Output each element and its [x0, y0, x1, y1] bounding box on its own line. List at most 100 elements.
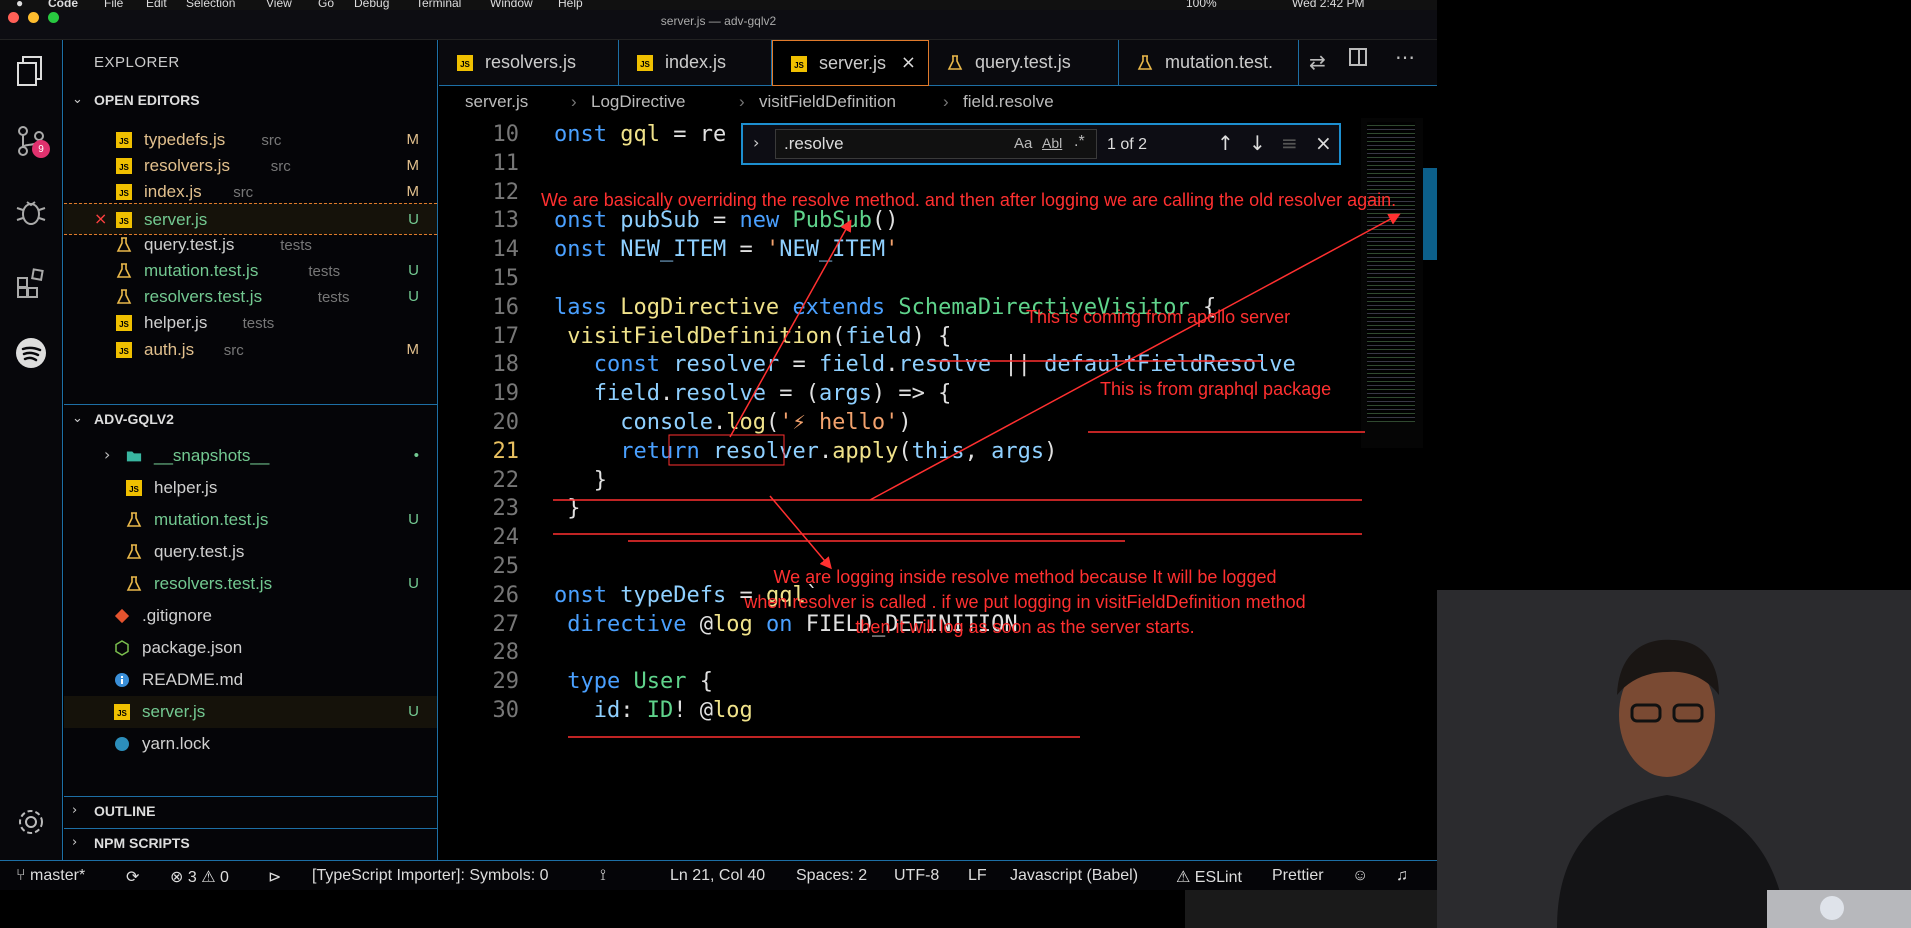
tab-actions: ⇄ … [1299, 40, 1437, 86]
project-file-item[interactable]: JS helper.js [64, 472, 437, 504]
clock[interactable]: Wed 2:42 PM [1292, 0, 1364, 10]
previous-match-icon[interactable]: ↑ [1217, 131, 1234, 155]
code-line[interactable]: const resolver = field.resolve || defaul… [554, 352, 1296, 377]
tab-server-js[interactable]: JS server.js × [772, 40, 929, 86]
menu-edit[interactable]: Edit [146, 0, 167, 10]
project-file-item[interactable]: query.test.js [64, 536, 437, 568]
tab-index-js[interactable]: JS index.js [619, 40, 772, 86]
menu-file[interactable]: File [104, 0, 123, 10]
close-tab-icon[interactable]: × [901, 52, 916, 73]
extensions-icon[interactable] [10, 262, 52, 304]
breadcrumb-item[interactable]: LogDirective [591, 92, 686, 112]
menu-help[interactable]: Help [558, 0, 583, 10]
whole-word-toggle[interactable]: Abl [1042, 135, 1062, 151]
project-file-item[interactable]: yarn.lock [64, 728, 437, 760]
menu-debug[interactable]: Debug [354, 0, 389, 10]
code-line[interactable]: } [554, 496, 580, 521]
minimap-lines [1367, 122, 1415, 422]
source-control-icon[interactable]: 9 [10, 120, 52, 162]
language-mode[interactable]: Javascript (Babel) [1010, 867, 1138, 885]
outline-section[interactable]: › OUTLINE [64, 796, 437, 826]
code-line[interactable]: field.resolve = (args) => { [554, 381, 952, 406]
menu-selection[interactable]: Selection [186, 0, 235, 10]
menu-view[interactable]: View [266, 0, 292, 10]
toggle-replace-icon[interactable]: › [753, 133, 759, 152]
encoding[interactable]: UTF-8 [894, 867, 939, 885]
flask-icon-glyph [126, 512, 142, 527]
code-line[interactable]: } [554, 468, 607, 493]
annotation-apollo: This is coming from apollo server [1026, 307, 1291, 327]
close-find-icon[interactable]: × [1315, 131, 1332, 155]
code-line[interactable]: onst NEW_ITEM = 'NEW_ITEM' [554, 237, 898, 262]
prettier-status[interactable]: Prettier [1272, 867, 1324, 885]
settings-icon[interactable] [10, 801, 52, 843]
menu-terminal[interactable]: Terminal [416, 0, 461, 10]
code-line[interactable]: id: ID! @log [554, 698, 753, 723]
menu-go[interactable]: Go [318, 0, 334, 10]
spotify-icon[interactable] [10, 332, 52, 374]
yarn-icon-glyph [115, 737, 129, 751]
next-match-icon[interactable]: ↓ [1249, 131, 1266, 155]
tab-query-test-js[interactable]: query.test.js [929, 40, 1119, 86]
project-section[interactable]: ⌄ ADV-GQLV2 [64, 404, 437, 434]
tab-resolvers-js[interactable]: JS resolvers.js [439, 40, 619, 86]
close-icon[interactable]: × [94, 209, 107, 228]
problems-indicator[interactable]: ⊗ 3 ⚠ 0 [170, 867, 229, 887]
feedback-icon[interactable]: ☺ [1352, 867, 1368, 885]
indentation[interactable]: Spaces: 2 [796, 867, 867, 885]
code-line[interactable]: type User { [554, 669, 713, 694]
project-file-item[interactable]: README.md [64, 664, 437, 696]
git-status: M [406, 340, 420, 358]
open-editor-item[interactable]: JS auth.js src M [64, 334, 437, 366]
apple-icon[interactable]: ● [16, 0, 23, 10]
line-number: 14 [492, 237, 520, 263]
find-in-selection-icon[interactable]: ≡ [1281, 131, 1298, 155]
code-line[interactable]: onst pubSub = new PubSub() [554, 208, 898, 233]
project-file-item[interactable]: mutation.test.js U [64, 504, 437, 536]
menu-app[interactable]: Code [48, 0, 78, 10]
project-file-item[interactable]: JS server.js U [64, 696, 437, 728]
chevron-right-icon[interactable]: › [104, 445, 110, 464]
outline-label: OUTLINE [94, 803, 156, 819]
minimap[interactable] [1361, 118, 1423, 448]
project-file-item[interactable]: package.json [64, 632, 437, 664]
open-changes-icon[interactable]: ⇄ [1309, 50, 1326, 74]
annotation-overriding: We are basically overriding the resolve … [541, 190, 1397, 210]
code-line[interactable]: console.log('⚡ hello') [554, 410, 911, 435]
project-file-item[interactable]: .gitignore [64, 600, 437, 632]
tab-mutation-test[interactable]: mutation.test. [1119, 40, 1299, 86]
project-file-item[interactable]: › __snapshots__ • [64, 440, 437, 472]
open-editors-section[interactable]: ⌄ OPEN EDITORS [64, 86, 437, 116]
file-dir: tests [317, 289, 350, 307]
run-icon[interactable]: ⊳ [268, 867, 281, 887]
breadcrumb-item[interactable]: field.resolve [963, 92, 1054, 112]
menu-window[interactable]: Window [490, 0, 533, 10]
scrollbar-thumb[interactable] [1423, 168, 1437, 260]
tab-label: mutation.test. [1165, 52, 1274, 72]
cursor-position[interactable]: Ln 21, Col 40 [670, 867, 765, 885]
branch-indicator[interactable]: ⑂ master* [16, 867, 85, 885]
more-actions-icon[interactable]: … [1395, 40, 1415, 64]
regex-toggle[interactable]: .* [1074, 133, 1085, 151]
find-input[interactable]: .resolve Aa Abl .* [775, 129, 1097, 159]
end-of-line[interactable]: LF [968, 867, 987, 885]
line-number: 13 [492, 208, 520, 234]
annotation-logging: We are logging inside resolve method bec… [744, 567, 1306, 637]
breadcrumb-item[interactable]: visitFieldDefinition [759, 92, 896, 112]
flask-icon-glyph [116, 289, 132, 304]
battery-status[interactable]: 100% [1186, 0, 1217, 10]
pin-icon[interactable]: ⟟ [600, 867, 606, 885]
npm-scripts-section[interactable]: › NPM SCRIPTS [64, 828, 437, 858]
explorer-icon[interactable] [10, 50, 52, 92]
debug-icon[interactable] [10, 192, 52, 234]
match-case-toggle[interactable]: Aa [1014, 135, 1032, 152]
importer-status[interactable]: [TypeScript Importer]: Symbols: 0 [312, 867, 549, 885]
notifications-icon[interactable]: ♫ [1396, 867, 1408, 885]
sync-icon[interactable]: ⟳ [126, 867, 139, 887]
breadcrumb-item[interactable]: server.js [465, 92, 528, 112]
code-line[interactable]: return resolver.apply(this, args) [554, 439, 1057, 464]
project-file-item[interactable]: resolvers.test.js U [64, 568, 437, 600]
code-line[interactable]: visitFieldDefinition(field) { [554, 324, 951, 349]
code-line[interactable]: onst gql = re [554, 122, 726, 147]
eslint-status[interactable]: ⚠ ESLint [1176, 867, 1242, 887]
